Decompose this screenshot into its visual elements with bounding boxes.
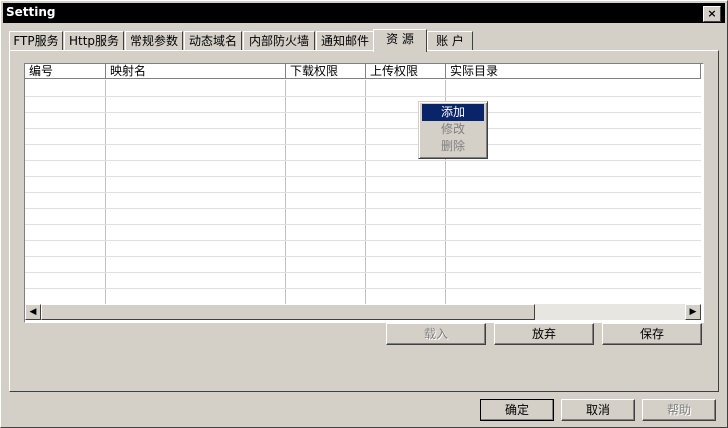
column-header-download-permission[interactable]: 下载权限 [286, 64, 366, 79]
row-divider [25, 240, 701, 241]
menu-item-delete[interactable]: 删除 [422, 138, 484, 155]
menu-item-add[interactable]: 添加 [422, 104, 484, 121]
help-button[interactable]: 帮助 [642, 399, 716, 421]
tab-mail[interactable]: 通知邮件 [316, 31, 374, 50]
row-divider [25, 112, 701, 113]
row-divider [25, 224, 701, 225]
resource-table[interactable]: 编号 映射名 下载权限 上传权限 实际目录 ◀ ▶ [24, 63, 704, 323]
tab-general[interactable]: 常规参数 [125, 31, 183, 50]
save-button[interactable]: 保存 [602, 323, 702, 345]
discard-button[interactable]: 放弃 [494, 323, 594, 345]
scroll-left-button[interactable]: ◀ [25, 304, 41, 320]
row-divider [25, 144, 701, 145]
column-header-upload-permission[interactable]: 上传权限 [366, 64, 446, 79]
cancel-button[interactable]: 取消 [561, 399, 635, 421]
row-divider [25, 208, 701, 209]
ok-button[interactable]: 确定 [480, 399, 554, 421]
column-header-id[interactable]: 编号 [25, 64, 106, 79]
row-divider [25, 192, 701, 193]
scroll-thumb[interactable] [41, 304, 535, 320]
menu-item-edit[interactable]: 修改 [422, 121, 484, 138]
close-button[interactable]: × [703, 6, 721, 22]
title-bar[interactable]: Setting × [3, 3, 725, 23]
row-divider [25, 128, 701, 129]
row-divider [25, 272, 701, 273]
row-divider [25, 256, 701, 257]
column-header-actual-directory[interactable]: 实际目录 [446, 64, 701, 79]
window-title: Setting [6, 5, 56, 19]
row-divider [25, 288, 701, 289]
tab-ddns[interactable]: 动态域名 [184, 31, 242, 50]
tab-http[interactable]: Http服务 [64, 31, 124, 50]
horizontal-scrollbar[interactable]: ◀ ▶ [25, 304, 701, 320]
row-divider [25, 160, 701, 161]
load-button[interactable]: 载入 [386, 323, 486, 345]
tab-firewall[interactable]: 内部防火墙 [243, 31, 315, 50]
row-divider [25, 176, 701, 177]
tab-accounts[interactable]: 账 户 [427, 31, 473, 50]
tab-resources[interactable]: 资 源 [373, 29, 427, 52]
context-menu: 添加 修改 删除 [418, 101, 488, 159]
column-header-mapping-name[interactable]: 映射名 [106, 64, 286, 79]
row-divider [25, 96, 701, 97]
tab-ftp[interactable]: FTP服务 [9, 31, 63, 50]
scroll-right-button[interactable]: ▶ [685, 304, 701, 320]
